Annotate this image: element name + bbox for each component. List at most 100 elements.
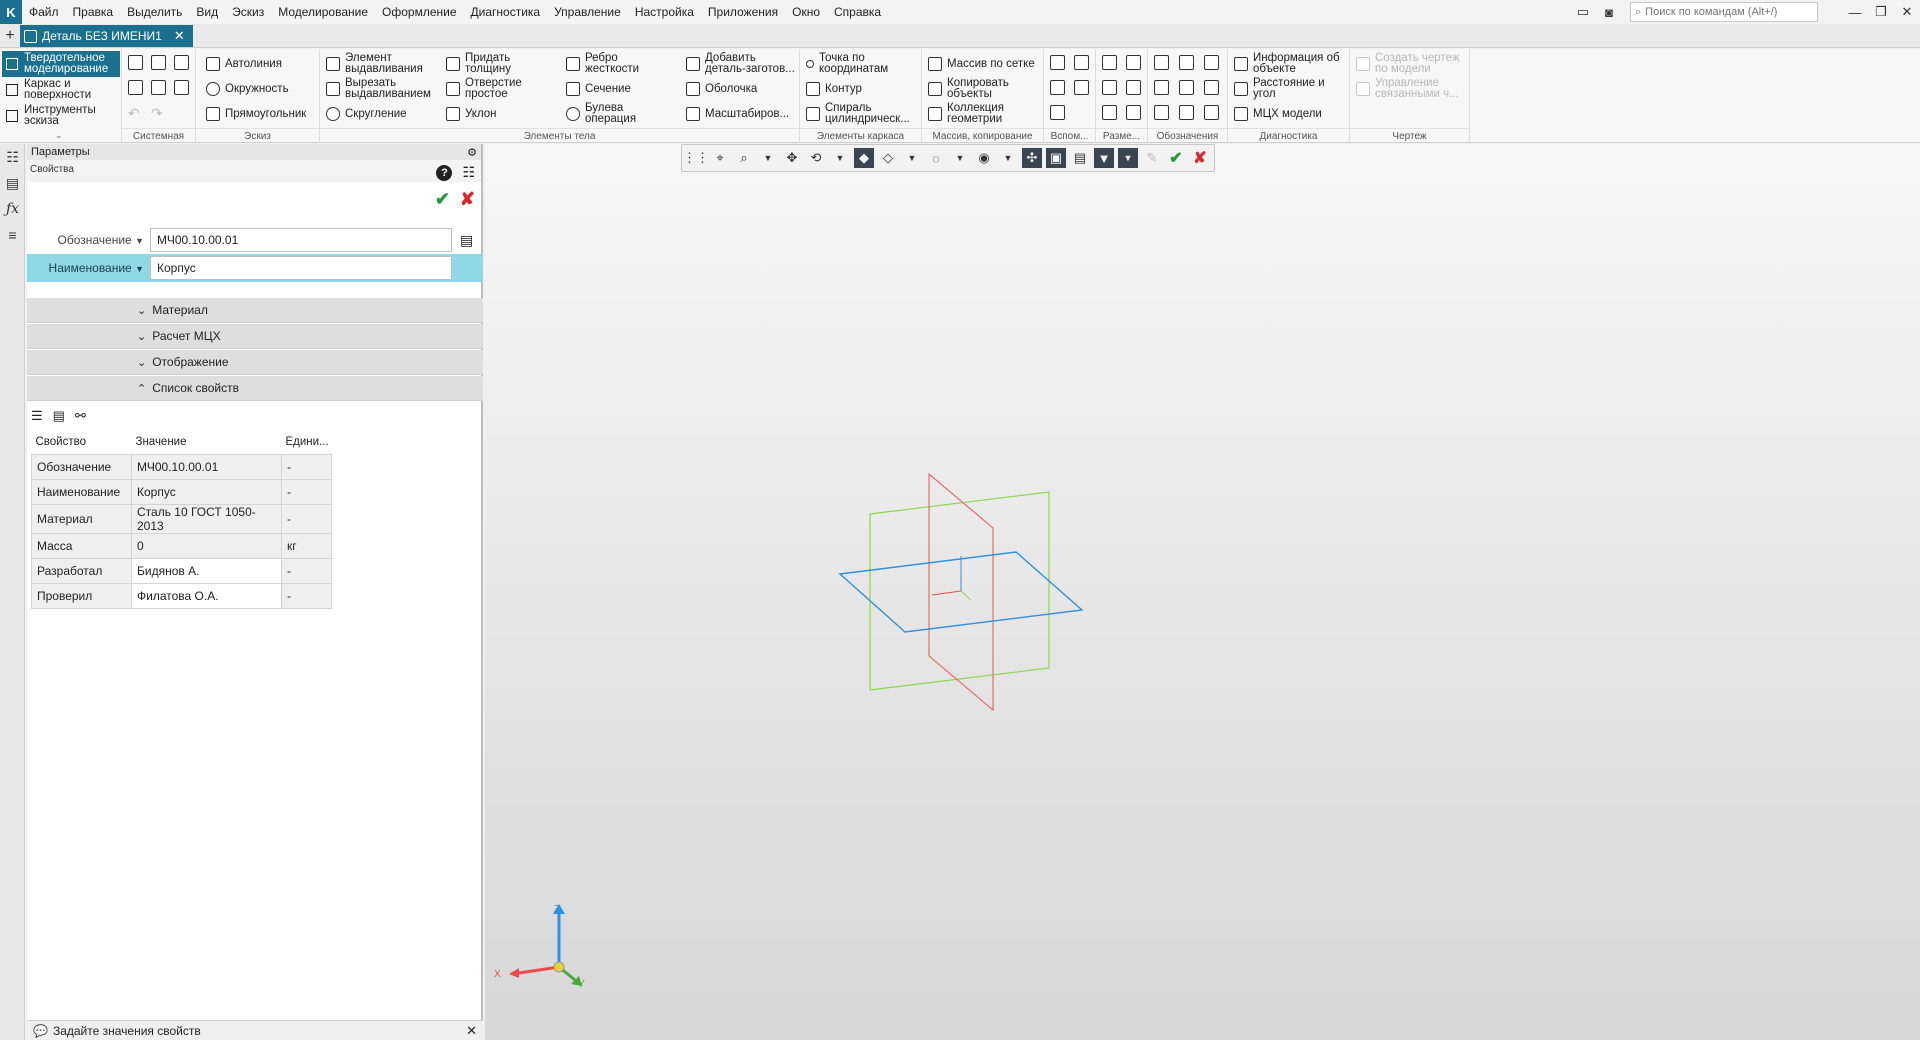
redo-icon[interactable]: ↷ bbox=[151, 105, 163, 122]
helix-button[interactable]: Спираль цилиндрическ... bbox=[806, 102, 920, 125]
weld-icon[interactable] bbox=[1179, 105, 1194, 120]
link-icon[interactable]: ⚯ bbox=[75, 408, 86, 424]
base-icon[interactable] bbox=[1204, 105, 1219, 120]
hide-icon[interactable]: ◌ bbox=[926, 148, 946, 168]
tab-document[interactable]: Деталь БЕЗ ИМЕНИ1 ✕ bbox=[20, 25, 193, 47]
snap-icon[interactable]: ✣ bbox=[1022, 148, 1042, 168]
preview-icon[interactable] bbox=[151, 80, 166, 95]
grid-array-button[interactable]: Массив по сетке bbox=[928, 57, 1035, 71]
section-view-icon[interactable]: ▣ bbox=[1046, 148, 1066, 168]
new-file-icon[interactable] bbox=[128, 55, 143, 70]
panel-settings-icon[interactable]: ⚙ bbox=[467, 146, 477, 159]
filter-dropdown-icon[interactable]: ▼ bbox=[1118, 148, 1138, 168]
mark-icon[interactable] bbox=[1179, 80, 1194, 95]
menu-sketch[interactable]: Эскиз bbox=[225, 0, 271, 24]
table-cell-value[interactable]: Корпус bbox=[131, 478, 282, 505]
distance-angle-button[interactable]: Расстояние и угол bbox=[1234, 77, 1348, 100]
open-file-icon[interactable] bbox=[151, 55, 166, 70]
mode-surfaces[interactable]: Каркас и поверхности bbox=[2, 77, 120, 103]
menu-select[interactable]: Выделить bbox=[120, 0, 189, 24]
menu-window[interactable]: Окно bbox=[785, 0, 827, 24]
layout-icon[interactable]: ▭ bbox=[1570, 0, 1596, 24]
wireframe-icon[interactable]: ◇ bbox=[878, 148, 898, 168]
copy-objects-button[interactable]: Копировать объекты bbox=[928, 77, 1028, 100]
linear-dim-icon[interactable] bbox=[1102, 55, 1117, 70]
create-drawing-button[interactable]: Создать чертеж по модели bbox=[1356, 52, 1468, 75]
fillet-button[interactable]: Скругление bbox=[326, 107, 407, 121]
draft-button[interactable]: Уклон bbox=[446, 107, 497, 121]
roughness-icon[interactable] bbox=[1204, 55, 1219, 70]
3d-viewport[interactable]: Z X Y bbox=[485, 144, 1920, 1040]
cancel-icon[interactable]: ✘ bbox=[460, 189, 475, 210]
section-button[interactable]: Сечение bbox=[566, 82, 631, 96]
hide-dropdown-icon[interactable]: ▼ bbox=[950, 148, 970, 168]
pan-icon[interactable]: ✥ bbox=[782, 148, 802, 168]
thread-icon[interactable] bbox=[1154, 105, 1169, 120]
contour-button[interactable]: Контур bbox=[806, 82, 862, 96]
control-point-icon[interactable] bbox=[1074, 80, 1089, 95]
new-tab-icon[interactable]: + bbox=[0, 25, 20, 47]
visibility-dropdown-icon[interactable]: ▼ bbox=[998, 148, 1018, 168]
column-header-value[interactable]: Значение bbox=[132, 430, 282, 454]
axis-icon[interactable] bbox=[1074, 55, 1089, 70]
name-label[interactable]: Наименование ▼ bbox=[27, 261, 150, 275]
table-cell-value[interactable]: 0 bbox=[131, 532, 282, 559]
datum-icon[interactable] bbox=[1179, 55, 1194, 70]
circle-button[interactable]: Окружность bbox=[206, 82, 289, 96]
table-cell-value[interactable]: Бидянов А. bbox=[131, 557, 282, 584]
save-icon[interactable] bbox=[174, 55, 189, 70]
add-property-icon[interactable]: ☰ bbox=[31, 408, 43, 424]
menu-settings[interactable]: Настройка bbox=[628, 0, 701, 24]
table-cell-value[interactable]: Сталь 10 ГОСТ 1050-2013 bbox=[131, 503, 282, 534]
menu-design[interactable]: Оформление bbox=[375, 0, 463, 24]
extrude-button[interactable]: Элемент выдавливания bbox=[326, 52, 436, 75]
undo-icon[interactable]: ↶ bbox=[128, 105, 140, 122]
grid-icon[interactable]: ⋮⋮ bbox=[683, 148, 709, 168]
apply-icon[interactable]: ✔ bbox=[435, 189, 450, 210]
offset-plane-icon[interactable] bbox=[1050, 80, 1065, 95]
document-icon[interactable]: ▤ bbox=[460, 232, 473, 249]
leader-icon[interactable] bbox=[1154, 55, 1169, 70]
boolean-button[interactable]: Булева операция bbox=[566, 102, 646, 125]
chamfer-dim-icon[interactable] bbox=[1126, 105, 1141, 120]
add-blank-button[interactable]: Добавить деталь-заготов... bbox=[686, 52, 798, 75]
autoline-button[interactable]: Автолиния bbox=[206, 57, 282, 71]
menu-diagnostics[interactable]: Диагностика bbox=[464, 0, 548, 24]
hole-button[interactable]: Отверстие простое bbox=[446, 77, 534, 100]
expand-chevron-icon[interactable]: ⌄ bbox=[55, 130, 63, 141]
name-field[interactable] bbox=[150, 256, 452, 280]
rotate-dropdown-icon[interactable]: ▼ bbox=[830, 148, 850, 168]
close-icon[interactable]: ✕ bbox=[1894, 0, 1920, 24]
visibility-icon[interactable]: ◉ bbox=[974, 148, 994, 168]
restore-icon[interactable]: ❐ bbox=[1868, 0, 1894, 24]
menu-management[interactable]: Управление bbox=[547, 0, 628, 24]
app-logo-icon[interactable]: K bbox=[0, 0, 22, 24]
position-icon[interactable] bbox=[1204, 80, 1219, 95]
section-mass-calc[interactable]: ⌄ Расчет МЦХ bbox=[27, 324, 483, 349]
print-icon[interactable] bbox=[128, 80, 143, 95]
display-dropdown-icon[interactable]: ▼ bbox=[902, 148, 922, 168]
zoom-dropdown-icon[interactable]: ▼ bbox=[758, 148, 778, 168]
tolerance-icon[interactable] bbox=[1154, 80, 1169, 95]
view-cancel-icon[interactable]: ✘ bbox=[1190, 148, 1210, 168]
column-header-unit[interactable]: Едини... bbox=[282, 430, 332, 454]
scale-button[interactable]: Масштабиров... bbox=[686, 107, 789, 121]
radial-dim-icon[interactable] bbox=[1102, 80, 1117, 95]
section-material[interactable]: ⌄ Материал bbox=[27, 298, 483, 323]
orientation-icon[interactable]: ⌖ bbox=[710, 148, 730, 168]
model-tree-icon[interactable]: ☷ bbox=[0, 144, 25, 170]
command-search-input[interactable] bbox=[1645, 6, 1806, 18]
table-cell-value[interactable]: Филатова О.А. bbox=[131, 582, 282, 609]
menu-modeling[interactable]: Моделирование bbox=[271, 0, 375, 24]
point-coords-button[interactable]: Точка по координатам bbox=[806, 52, 918, 75]
shell-button[interactable]: Оболочка bbox=[686, 82, 757, 96]
designation-field[interactable] bbox=[150, 228, 452, 252]
rotate-icon[interactable]: ⟲ bbox=[806, 148, 826, 168]
auto-dim-icon[interactable] bbox=[1102, 105, 1117, 120]
edit-icon[interactable]: ✎ bbox=[1142, 148, 1162, 168]
section-display[interactable]: ⌄ Отображение bbox=[27, 350, 483, 375]
geometry-collection-button[interactable]: Коллекция геометрии bbox=[928, 102, 1028, 125]
shaded-view-icon[interactable]: ◆ bbox=[854, 148, 874, 168]
view-apply-icon[interactable]: ✔ bbox=[1166, 148, 1186, 168]
right-plane[interactable] bbox=[928, 472, 994, 712]
